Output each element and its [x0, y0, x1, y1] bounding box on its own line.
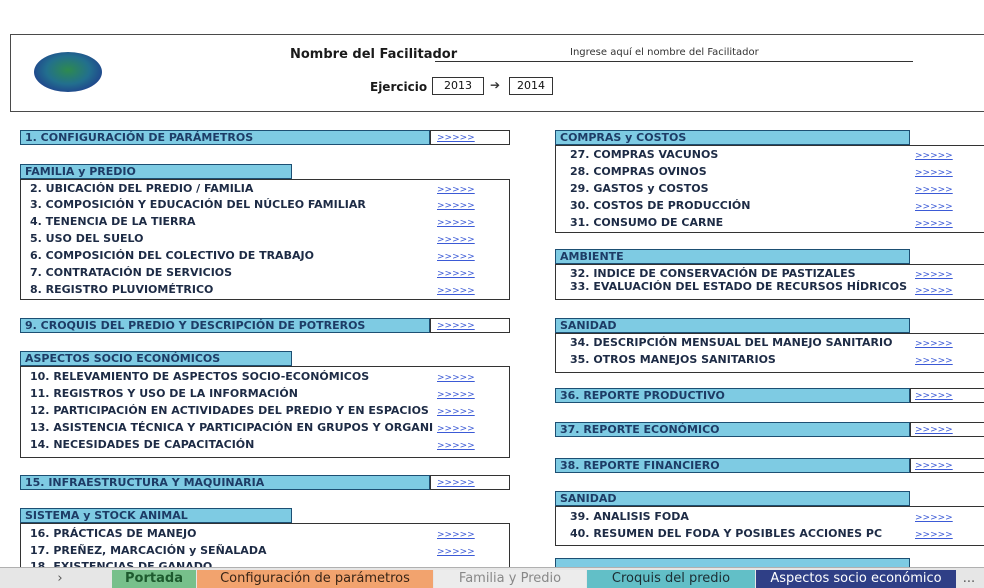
year-from-cell[interactable]: 2013	[432, 77, 484, 95]
link-item[interactable]: >>>>>	[915, 218, 953, 231]
section-croquis: 9. CROQUIS DEL PREDIO Y DESCRIPCIÓN DE P…	[20, 318, 430, 333]
link-item[interactable]: >>>>>	[437, 234, 475, 247]
tab-aspectos[interactable]: Aspectos socio económico	[756, 570, 956, 588]
facilitador-underline	[435, 61, 913, 62]
ejercicio-label: Ejercicio	[370, 80, 428, 94]
list-item: 6. COMPOSICIÓN DEL COLECTIVO DE TRABAJO	[30, 249, 314, 262]
tab-more[interactable]: ...	[957, 570, 981, 588]
list-item: 8. REGISTRO PLUVIOMÉTRICO	[30, 283, 214, 296]
link-item[interactable]: >>>>>	[437, 285, 475, 298]
link-reporte-financiero[interactable]: >>>>>	[915, 460, 953, 473]
link-item[interactable]: >>>>>	[915, 338, 953, 351]
globe-logo-icon	[34, 52, 102, 92]
link-item[interactable]: >>>>>	[915, 201, 953, 214]
section-sanidad: SANIDAD	[555, 318, 910, 333]
link-item[interactable]: >>>>>	[437, 217, 475, 230]
list-item: 7. CONTRATACIÓN DE SERVICIOS	[30, 266, 233, 279]
link-item[interactable]: >>>>>	[915, 184, 953, 197]
tab-configuracion[interactable]: Configuración de parámetros	[197, 570, 433, 588]
list-item: 14. NECESIDADES DE CAPACITACIÓN	[30, 438, 255, 451]
link-item[interactable]: >>>>>	[915, 167, 953, 180]
link-item[interactable]: >>>>>	[437, 251, 475, 264]
sheet-top-margin	[0, 0, 984, 34]
spreadsheet-sheet: Nombre del Facilitador Ingrese aquí el n…	[0, 0, 984, 588]
list-item: 30. COSTOS DE PRODUCCIÓN	[570, 199, 751, 212]
list-item: 29. GASTOS y COSTOS	[570, 182, 709, 195]
list-item: 17. PREÑEZ, MARCACIÓN y SEÑALADA	[30, 544, 267, 557]
list-item: 10. RELEVAMIENTO DE ASPECTOS SOCIO-ECONÓ…	[30, 370, 370, 383]
link-item[interactable]: >>>>>	[437, 546, 475, 559]
list-item: 27. COMPRAS VACUNOS	[570, 148, 719, 161]
header-panel	[10, 34, 984, 112]
section-configuracion: 1. CONFIGURACIÓN DE PARÁMETROS	[20, 130, 430, 145]
link-croquis[interactable]: >>>>>	[437, 320, 475, 333]
section-reporte-economico: 37. REPORTE ECONÓMICO	[555, 422, 910, 437]
section-reporte-financiero: 38. REPORTE FINANCIERO	[555, 458, 910, 473]
year-to-cell[interactable]: 2014	[509, 77, 553, 95]
list-item: 33. EVALUACIÓN DEL ESTADO DE RECURSOS HÍ…	[570, 280, 908, 293]
link-configuracion[interactable]: >>>>>	[437, 132, 475, 145]
list-item: 34. DESCRIPCIÓN MENSUAL DEL MANEJO SANIT…	[570, 336, 893, 349]
link-item[interactable]: >>>>>	[915, 512, 953, 525]
list-item: 28. COMPRAS OVINOS	[570, 165, 707, 178]
link-reporte-productivo[interactable]: >>>>>	[915, 390, 953, 403]
list-item: 16. PRÁCTICAS DE MANEJO	[30, 527, 197, 540]
section-sistema-stock: SISTEMA y STOCK ANIMAL	[20, 508, 292, 523]
year-arrow-icon: ➔	[490, 78, 501, 92]
facilitador-label: Nombre del Facilitador	[290, 47, 458, 62]
link-item[interactable]: >>>>>	[915, 285, 953, 298]
sheet-tab-bar: › Portada Configuración de parámetros Fa…	[0, 567, 984, 588]
section-ambiente: AMBIENTE	[555, 249, 910, 264]
list-item: 3. COMPOSICIÓN Y EDUCACIÓN DEL NÚCLEO FA…	[30, 198, 366, 211]
tab-portada[interactable]: Portada	[112, 570, 196, 588]
list-item: 4. TENENCIA DE LA TIERRA	[30, 215, 196, 228]
link-infraestructura[interactable]: >>>>>	[437, 477, 475, 490]
link-item[interactable]: >>>>>	[437, 200, 475, 213]
section-infraestructura: 15. INFRAESTRUCTURA Y MAQUINARIA	[20, 475, 430, 490]
link-reporte-economico[interactable]: >>>>>	[915, 424, 953, 437]
facilitador-input[interactable]: Ingrese aquí el nombre del Facilitador	[570, 47, 759, 58]
section-foda: SANIDAD	[555, 491, 910, 506]
section-familia-predio: FAMILIA y PREDIO	[20, 164, 292, 179]
link-item[interactable]: >>>>>	[437, 423, 475, 436]
list-item: 35. OTROS MANEJOS SANITARIOS	[570, 353, 776, 366]
list-item: 11. REGISTROS Y USO DE LA INFORMACIÓN	[30, 387, 298, 400]
list-item: 2. UBICACIÓN DEL PREDIO / FAMILIA	[30, 182, 254, 195]
link-item[interactable]: >>>>>	[915, 269, 953, 282]
link-item[interactable]: >>>>>	[437, 184, 475, 197]
list-item: 12. PARTICIPACIÓN EN ACTIVIDADES DEL PRE…	[30, 404, 433, 417]
link-item[interactable]: >>>>>	[915, 150, 953, 163]
link-item[interactable]: >>>>>	[915, 529, 953, 542]
link-item[interactable]: >>>>>	[915, 355, 953, 368]
list-item: 13. ASISTENCIA TÉCNICA Y PARTICIPACIÓN E…	[30, 421, 433, 434]
link-item[interactable]: >>>>>	[437, 389, 475, 402]
tab-scroll-right-icon[interactable]: ›	[40, 570, 80, 588]
section-aspectos: ASPECTOS SOCIO ECONÓMICOS	[20, 351, 292, 366]
link-item[interactable]: >>>>>	[437, 529, 475, 542]
link-item[interactable]: >>>>>	[437, 372, 475, 385]
tab-familia-predio[interactable]: Familia y Predio	[434, 570, 586, 588]
section-reporte-productivo: 36. REPORTE PRODUCTIVO	[555, 388, 910, 403]
list-item: 5. USO DEL SUELO	[30, 232, 144, 245]
link-item[interactable]: >>>>>	[437, 440, 475, 453]
link-item[interactable]: >>>>>	[437, 406, 475, 419]
section-compras-costos: COMPRAS y COSTOS	[555, 130, 910, 145]
tab-croquis[interactable]: Croquis del predio	[587, 570, 755, 588]
list-item: 39. ANALISIS FODA	[570, 510, 689, 523]
list-item: 40. RESUMEN DEL FODA Y POSIBLES ACCIONES…	[570, 527, 883, 540]
link-item[interactable]: >>>>>	[437, 268, 475, 281]
list-item: 31. CONSUMO DE CARNE	[570, 216, 724, 229]
